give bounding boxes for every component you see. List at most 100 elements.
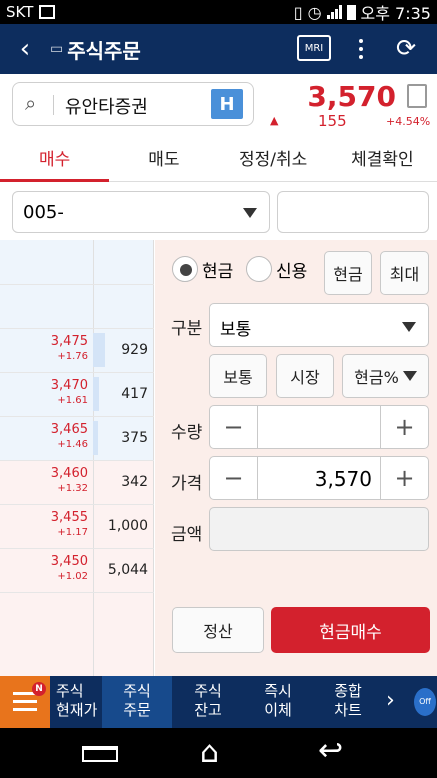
price-value: 3,570 <box>314 467 372 491</box>
radio-credit[interactable]: 신용 <box>246 256 307 282</box>
menu-line: 즉시 <box>264 682 292 700</box>
recent-apps-icon[interactable] <box>82 746 118 762</box>
image-notification-icon <box>39 5 56 19</box>
stock-name: 유안타증권 <box>65 97 148 118</box>
mri-button[interactable]: MRI <box>297 35 331 61</box>
more-menu-icon[interactable] <box>356 36 366 62</box>
refresh-icon[interactable]: ⟳ <box>396 34 416 62</box>
back-button[interactable]: ‹ <box>0 34 50 64</box>
row-rate: +1.46 <box>57 439 88 450</box>
search-icon: ⌕ <box>25 91 37 115</box>
minus-icon[interactable]: − <box>210 406 258 448</box>
current-price: 3,570 <box>307 80 396 113</box>
page-title: ▭ 주식주문 <box>50 35 141 64</box>
radio-on-icon <box>172 256 198 282</box>
order-book-row[interactable]: 3,475 +1.76 929 <box>0 328 154 371</box>
tab-modify-cancel[interactable]: 정정/취소 <box>219 140 328 181</box>
quantity-stepper[interactable]: − + <box>209 405 429 449</box>
signal-icon <box>326 5 342 19</box>
document-icon: ▭ <box>50 41 64 57</box>
price-change: 155 <box>318 112 347 130</box>
order-type-select[interactable]: 보통 <box>209 303 429 347</box>
menu-line: 주문 <box>123 701 151 719</box>
system-nav-bar: ⌂ ↩ <box>0 728 437 778</box>
market-order-button[interactable]: 시장 <box>276 354 334 398</box>
order-tabs: 매수 매도 정정/취소 체결확인 <box>0 140 437 182</box>
plus-icon[interactable]: + <box>380 457 428 499</box>
price-label: 가격 <box>171 474 203 494</box>
menu-line: 주식 <box>123 682 151 700</box>
hamburger-menu-icon[interactable]: N <box>0 676 50 728</box>
row-rate: +1.61 <box>57 395 88 406</box>
tab-sell[interactable]: 매도 <box>109 140 218 181</box>
row-qty: 929 <box>121 342 148 358</box>
plus-icon[interactable]: + <box>380 406 428 448</box>
amount-field <box>209 507 429 551</box>
amount-label: 금액 <box>171 525 203 545</box>
row-price: 3,465 <box>50 422 88 437</box>
menu-line: 주식 <box>56 682 84 700</box>
radio-cash-label: 현금 <box>202 261 234 282</box>
market-badge[interactable]: H <box>211 89 243 119</box>
menu-line: 잔고 <box>194 701 222 719</box>
cash-buy-button[interactable]: 현금매수 <box>271 607 430 653</box>
minus-icon[interactable]: − <box>210 457 258 499</box>
password-input[interactable] <box>277 191 429 233</box>
row-price: 3,455 <box>50 510 88 525</box>
vibrate-icon: ▯ <box>293 2 303 22</box>
row-price: 3,450 <box>50 554 88 569</box>
row-price: 3,475 <box>50 334 88 349</box>
menu-stock-balance[interactable]: 주식 잔고 <box>180 682 236 720</box>
page-title-text: 주식주문 <box>67 38 141 63</box>
menu-stock-order[interactable]: 주식 주문 <box>102 676 172 728</box>
row-rate: +1.76 <box>57 351 88 362</box>
order-book: 3,475 +1.76 929 3,470 +1.61 417 3,465 +1… <box>0 240 154 676</box>
order-book-row[interactable]: 3,465 +1.46 375 <box>0 416 154 459</box>
menu-stock-price[interactable]: 주식 현재가 <box>50 682 100 720</box>
stock-search-input[interactable]: ⌕ 유안타증권 H <box>12 82 254 126</box>
alarm-icon: ◷ <box>307 2 322 22</box>
off-toggle[interactable]: Off <box>414 688 436 716</box>
menu-line: 종합 <box>334 682 362 700</box>
chevron-right-icon[interactable]: › <box>386 688 395 713</box>
row-rate: +1.02 <box>57 571 88 582</box>
account-select[interactable]: 005- <box>12 191 270 233</box>
order-book-row[interactable]: 3,450 +1.02 5,044 <box>0 548 154 591</box>
order-book-row[interactable]: 3,455 +1.17 1,000 <box>0 504 154 547</box>
stock-info-icon[interactable] <box>407 84 427 108</box>
title-bar: ‹ ▭ 주식주문 MRI ⟳ <box>0 24 437 74</box>
cash-button[interactable]: 현금 <box>324 251 372 295</box>
menu-line: 현재가 <box>56 701 98 719</box>
menu-instant-transfer[interactable]: 즉시 이체 <box>250 682 306 720</box>
chevron-left-icon: ‹ <box>19 34 31 64</box>
status-bar: SKT ▯ ◷ 오후 7:35 <box>0 0 437 24</box>
tab-buy[interactable]: 매수 <box>0 140 110 182</box>
settle-button[interactable]: 정산 <box>172 607 264 653</box>
tab-execution[interactable]: 체결확인 <box>328 140 437 181</box>
account-number: 005- <box>23 202 64 223</box>
back-nav-icon[interactable]: ↩ <box>318 736 343 766</box>
normal-order-button[interactable]: 보통 <box>209 354 267 398</box>
radio-off-icon <box>246 256 272 282</box>
cash-percent-label: 현금% <box>354 368 399 387</box>
home-icon[interactable]: ⌂ <box>200 738 219 768</box>
search-divider <box>53 95 54 115</box>
menu-chart[interactable]: 종합 차트 <box>320 682 376 720</box>
radio-cash[interactable]: 현금 <box>172 256 233 282</box>
order-book-row[interactable]: 3,460 +1.32 342 <box>0 460 154 503</box>
up-triangle-icon: ▲ <box>270 114 279 127</box>
menu-line: 주식 <box>194 682 222 700</box>
row-rate: +1.32 <box>57 483 88 494</box>
cash-percent-select[interactable]: 현금% <box>342 354 429 398</box>
order-type-value: 보통 <box>220 320 252 340</box>
row-qty: 342 <box>121 474 148 490</box>
order-book-row[interactable]: 3,470 +1.61 417 <box>0 372 154 415</box>
row-qty: 1,000 <box>107 518 148 534</box>
price-stepper[interactable]: − 3,570 + <box>209 456 429 500</box>
new-badge: N <box>32 682 46 696</box>
chevron-down-icon <box>243 208 257 218</box>
volume-bar <box>93 421 98 455</box>
bottom-menu: N 주식 현재가 주식 주문 주식 잔고 즉시 이체 종합 차트 › Off <box>0 676 437 728</box>
radio-credit-label: 신용 <box>276 261 308 282</box>
max-button[interactable]: 최대 <box>380 251 429 295</box>
